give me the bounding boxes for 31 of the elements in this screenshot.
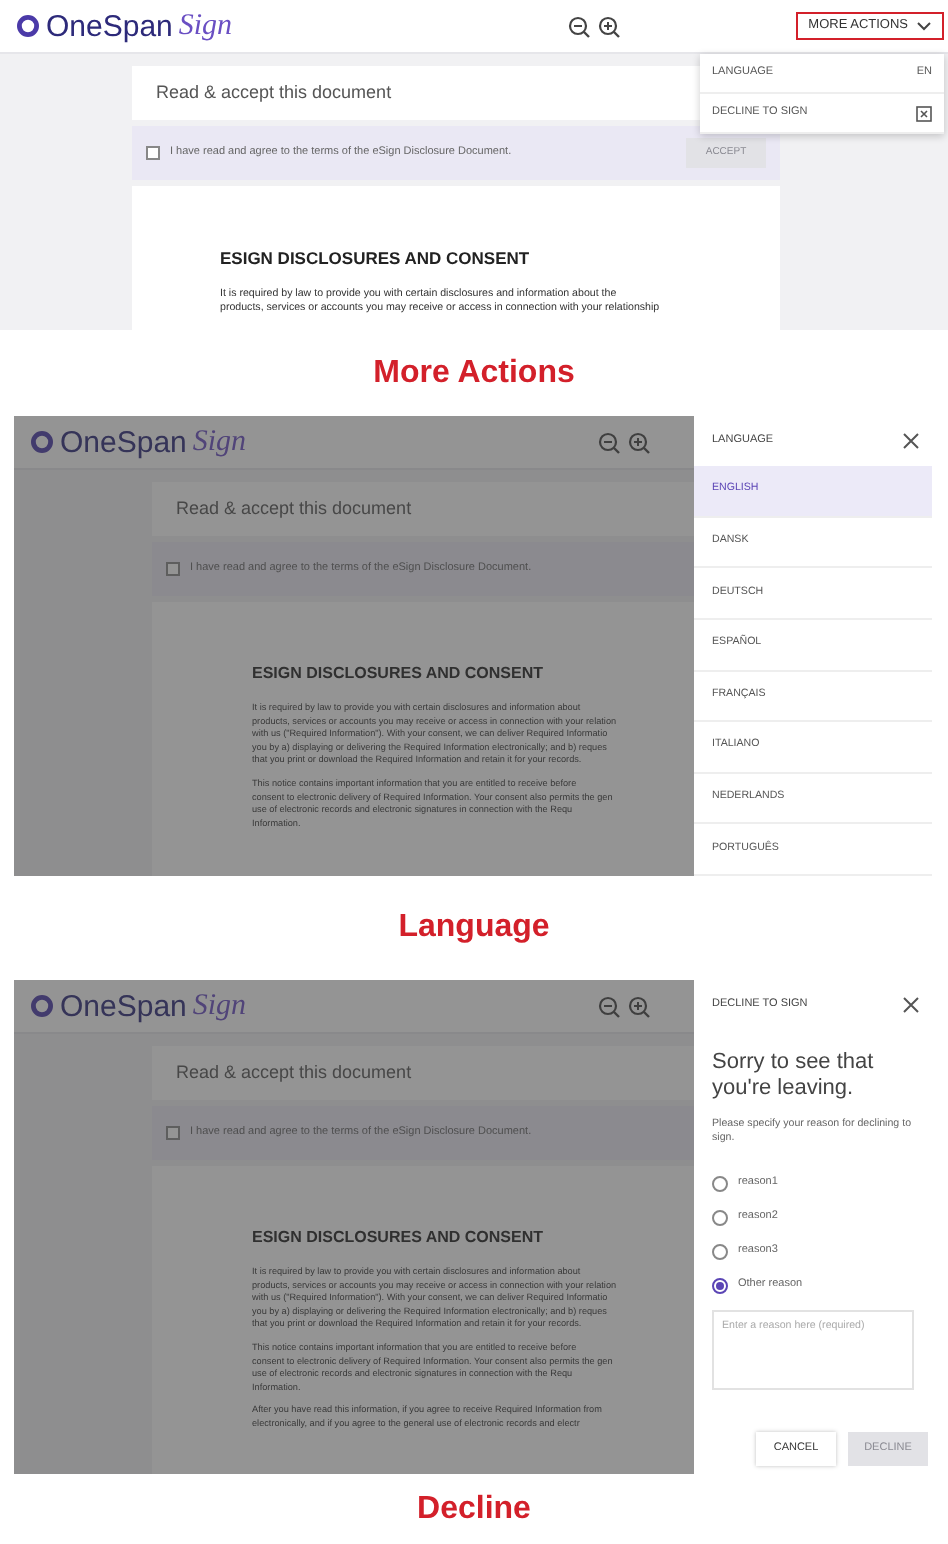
- document-heading: ESIGN DISCLOSURES AND CONSENT: [252, 662, 545, 686]
- caption: Decline: [417, 1489, 531, 1529]
- agreement-checkbox[interactable]: [166, 1126, 180, 1140]
- zoom-in-icon[interactable]: [598, 15, 621, 37]
- document-title: Read & accept this document: [152, 482, 694, 536]
- radio-button[interactable]: [712, 1209, 728, 1225]
- document-heading: ESIGN DISCLOSURES AND CONSENT: [252, 1226, 545, 1250]
- logo-script-text: Sign: [192, 427, 247, 457]
- logo-icon: [16, 14, 40, 38]
- caret-icon: [916, 20, 932, 32]
- logo-text: OneSpan: [60, 991, 187, 1021]
- logo-text: OneSpan: [46, 11, 173, 41]
- agreement-checkbox[interactable]: [166, 562, 180, 576]
- close-icon[interactable]: [902, 432, 920, 450]
- zoom-out-icon[interactable]: [568, 15, 591, 37]
- document-title: Read & accept this document: [152, 1046, 694, 1100]
- logo-icon: [30, 430, 54, 454]
- agreement-checkbox[interactable]: [146, 146, 160, 160]
- logo-text: OneSpan: [60, 427, 187, 457]
- close-icon[interactable]: [902, 996, 920, 1014]
- caption: More Actions: [373, 353, 575, 393]
- caption: Language: [398, 908, 550, 948]
- decline-heading: Sorry to see that you're leaving.: [712, 1050, 876, 1102]
- document-heading: ESIGN DISCLOSURES AND CONSENT: [220, 246, 532, 272]
- radio-button[interactable]: [712, 1243, 728, 1259]
- radio-button[interactable]: [712, 1277, 728, 1293]
- logo-script-text: Sign: [192, 991, 247, 1021]
- close-box-icon: [916, 105, 932, 121]
- logo-script-text: Sign: [178, 11, 233, 41]
- logo-icon: [30, 994, 54, 1018]
- radio-button[interactable]: [712, 1175, 728, 1191]
